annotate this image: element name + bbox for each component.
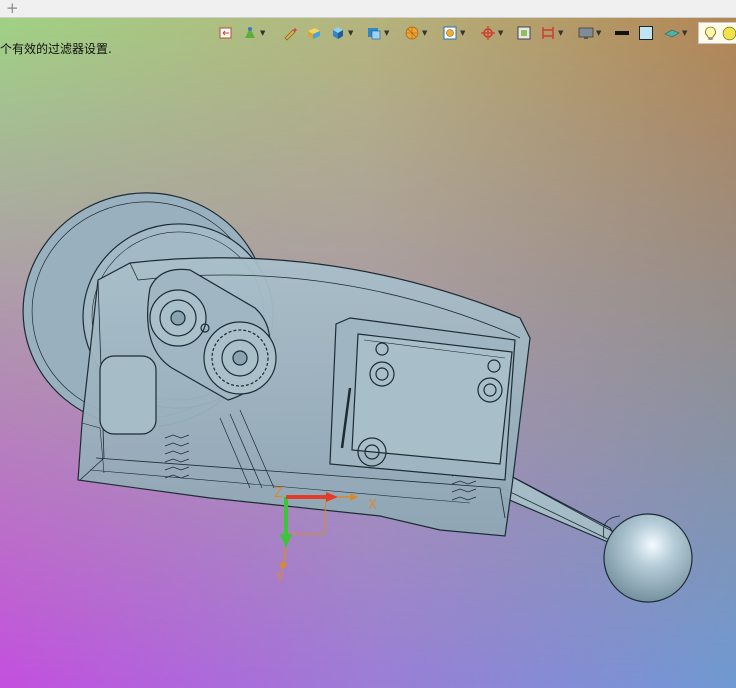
cube-view-button[interactable]: ▼ bbox=[330, 22, 353, 44]
pencil-icon bbox=[284, 28, 297, 41]
clip-icon bbox=[542, 27, 554, 39]
graphics-viewport[interactable]: Y X Z 个有效的过滤器设置. ▼ ▼ ▼ ▼ ▼ ▼ ▼ ▼ ▼ bbox=[0, 18, 736, 688]
sketch-button[interactable] bbox=[282, 22, 298, 44]
cad-model[interactable]: Y X Z bbox=[0, 18, 736, 688]
view-orientation-icon bbox=[368, 28, 381, 40]
z-axis-label: Z bbox=[274, 486, 283, 501]
fit-view-icon bbox=[219, 27, 232, 39]
chevron-down-icon: ▼ bbox=[498, 29, 504, 37]
lighting-button[interactable] bbox=[698, 22, 736, 44]
sphere-icon bbox=[405, 26, 419, 40]
control-box[interactable] bbox=[329, 317, 516, 481]
snap-point-button[interactable]: ▼ bbox=[480, 22, 503, 44]
cube-icon bbox=[333, 27, 343, 39]
snap-point-icon bbox=[481, 26, 495, 40]
x-axis-label: X bbox=[368, 498, 377, 513]
fit-view-button[interactable] bbox=[218, 22, 234, 44]
display-button[interactable]: ▼ bbox=[578, 22, 601, 44]
light-sphere-icon bbox=[722, 26, 736, 40]
light-bulb-icon bbox=[705, 26, 716, 40]
handle-knob[interactable] bbox=[602, 513, 693, 603]
render-mode-icon bbox=[245, 27, 255, 38]
line-width-button[interactable] bbox=[614, 22, 630, 44]
chevron-down-icon: ▼ bbox=[384, 29, 390, 37]
render-mode-button[interactable]: ▼ bbox=[242, 22, 265, 44]
shading-button[interactable]: ▼ bbox=[664, 22, 687, 44]
color-swatch-icon bbox=[639, 26, 653, 40]
status-message: 个有效的过滤器设置. bbox=[0, 42, 112, 56]
section-view-button[interactable]: ▼ bbox=[442, 22, 465, 44]
side-slot bbox=[99, 355, 157, 435]
new-tab-button[interactable]: + bbox=[6, 0, 22, 17]
frame-button[interactable] bbox=[516, 22, 532, 44]
chevron-down-icon: ▼ bbox=[422, 29, 428, 37]
box-icon bbox=[308, 28, 320, 39]
clip-button[interactable]: ▼ bbox=[540, 22, 563, 44]
y-axis-label: Y bbox=[275, 571, 284, 586]
view-toolbar: ▼ ▼ ▼ ▼ ▼ ▼ ▼ ▼ ▼ bbox=[216, 22, 736, 44]
display-icon bbox=[578, 27, 594, 39]
chevron-down-icon: ▼ bbox=[260, 29, 266, 37]
chevron-down-icon: ▼ bbox=[348, 29, 354, 37]
tab-bar: + bbox=[0, 0, 736, 18]
frame-icon bbox=[517, 26, 531, 40]
sphere-button[interactable]: ▼ bbox=[404, 22, 427, 44]
view-orientation-button[interactable]: ▼ bbox=[366, 22, 389, 44]
box-button[interactable] bbox=[306, 22, 322, 44]
chevron-down-icon: ▼ bbox=[596, 29, 602, 37]
chevron-down-icon: ▼ bbox=[682, 29, 688, 37]
shading-icon bbox=[664, 29, 680, 38]
color-swatch-button[interactable] bbox=[638, 22, 654, 44]
line-width-icon bbox=[615, 31, 629, 35]
section-view-icon bbox=[443, 26, 457, 40]
chevron-down-icon: ▼ bbox=[460, 29, 466, 37]
chevron-down-icon: ▼ bbox=[558, 29, 564, 37]
